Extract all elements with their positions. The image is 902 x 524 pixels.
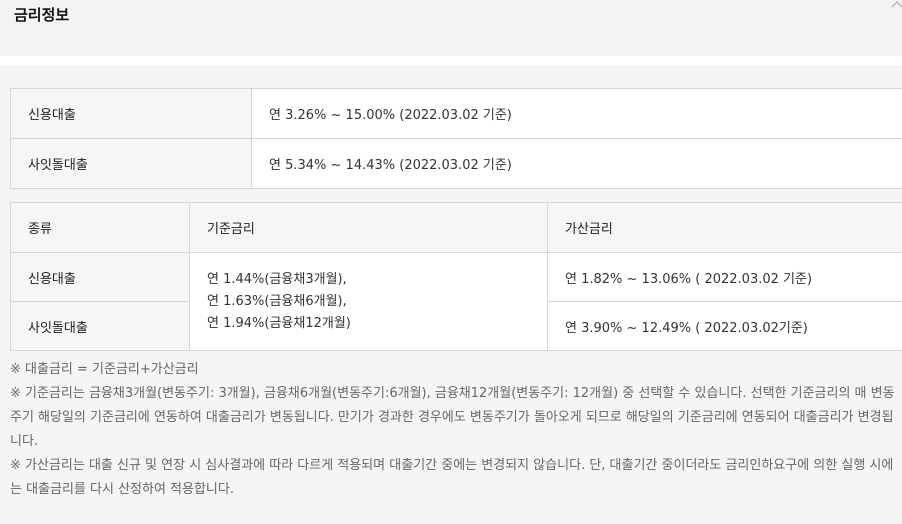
row-label: 사잇돌대출 (10, 301, 190, 351)
column-header-type: 종류 (10, 202, 190, 253)
rate-detail-table: 종류 기준금리 가산금리 신용대출 연 1.44%(금융채3개월), 연 1.6… (10, 202, 902, 351)
additional-rate-cell: 연 1.82% ~ 13.06% ( 2022.03.02 기준) (547, 252, 902, 302)
notes: ※ 대출금리 = 기준금리+가산금리 ※ 기준금리는 금융채3개월(변동주기: … (10, 358, 896, 502)
divider (0, 56, 902, 64)
collapse-icon[interactable] (888, 0, 902, 10)
table-header-row: 종류 기준금리 가산금리 (10, 202, 902, 253)
table-row: 사잇돌대출 연 5.34% ~ 14.43% (2022.03.02 기준) (10, 138, 902, 189)
row-label: 신용대출 (10, 88, 252, 139)
row-label: 사잇돌대출 (10, 138, 252, 189)
base-rate-line: 연 1.94%(금융채12개월) (207, 315, 351, 331)
column-header-additional-rate: 가산금리 (547, 202, 902, 253)
row-label: 신용대출 (10, 252, 190, 302)
base-rate-cell: 연 1.44%(금융채3개월), 연 1.63%(금융채6개월), 연 1.94… (189, 252, 548, 351)
additional-rate-cell: 연 3.90% ~ 12.49% ( 2022.03.02기준) (547, 301, 902, 351)
row-value: 연 3.26% ~ 15.00% (2022.03.02 기준) (251, 88, 902, 139)
table-row: 신용대출 연 1.44%(금융채3개월), 연 1.63%(금융채6개월), 연… (10, 252, 902, 351)
rate-summary-table: 신용대출 연 3.26% ~ 15.00% (2022.03.02 기준) 사잇… (10, 88, 902, 189)
row-value: 연 5.34% ~ 14.43% (2022.03.02 기준) (251, 138, 902, 189)
page-title: 금리정보 (14, 6, 70, 24)
table-row: 신용대출 연 3.26% ~ 15.00% (2022.03.02 기준) (10, 88, 902, 139)
base-rate-line: 연 1.63%(금융채6개월), (207, 293, 347, 309)
note-item: ※ 기준금리는 금융채3개월(변동주기: 3개월), 금융채6개월(변동주기:6… (10, 386, 895, 449)
base-rate-line: 연 1.44%(금융채3개월), (207, 271, 347, 287)
section-header: 금리정보 (0, 0, 902, 56)
note-item: ※ 대출금리 = 기준금리+가산금리 (10, 362, 199, 377)
note-item: ※ 가산금리는 대출 신규 및 연장 시 심사결과에 따라 다르게 적용되며 대… (10, 458, 894, 497)
column-header-base-rate: 기준금리 (189, 202, 548, 253)
